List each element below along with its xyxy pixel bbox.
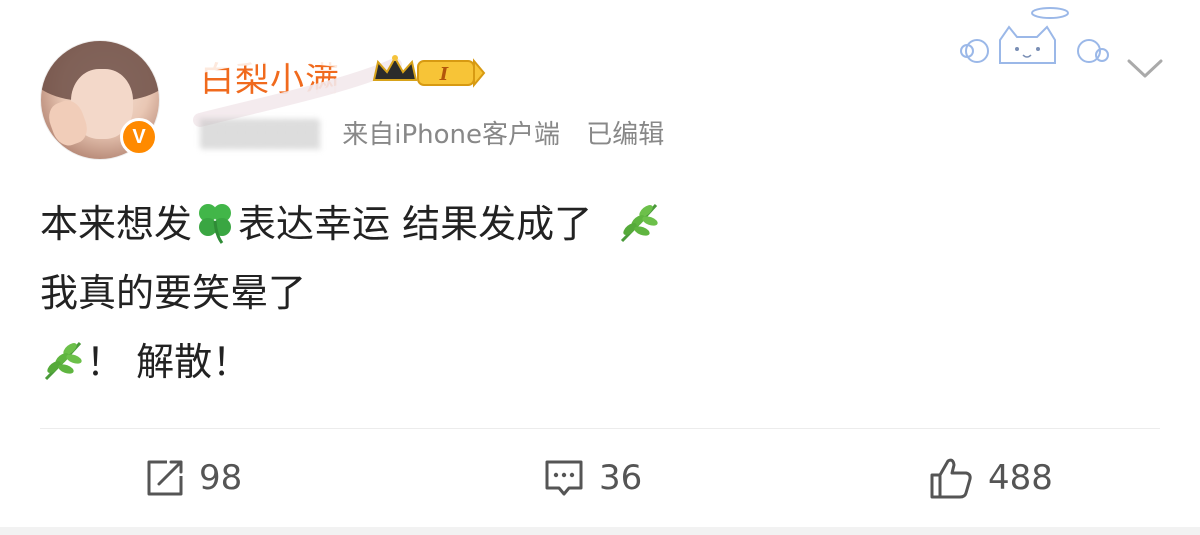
divider: [40, 428, 1160, 429]
content-line-2: 我真的要笑晕了: [40, 271, 307, 315]
bottom-separator: [0, 527, 1200, 535]
content-line-1: 本来想发 表达幸运 结果发成了: [40, 190, 662, 259]
herb-icon: [621, 203, 658, 243]
username[interactable]: 白梨小满: [200, 52, 340, 101]
content-line-3: ！ 解散！: [40, 328, 662, 397]
thumbs-up-icon: [930, 458, 972, 499]
edited-label[interactable]: 已编辑: [586, 120, 664, 150]
post-time-redacted: ▒▒▒▒▒▒: [200, 120, 320, 150]
verified-badge-icon: V: [120, 118, 158, 156]
comment-icon: [545, 460, 583, 496]
like-button[interactable]: 488: [928, 450, 1053, 506]
post-content: 本来想发 表达幸运 结果发成了 我真的要笑晕了 ！ 解散！: [40, 190, 662, 397]
crown-level-badge-icon: I: [372, 55, 486, 88]
comment-button[interactable]: 36: [543, 450, 642, 506]
repost-button[interactable]: 98: [145, 450, 242, 506]
content-text-1b: 表达幸运 结果发成了: [238, 202, 593, 246]
repost-icon: [147, 460, 183, 496]
post-source: 来自iPhone客户端: [342, 120, 561, 150]
comment-count: 36: [599, 458, 643, 498]
post-meta: ▒▒▒▒▒▒ 来自iPhone客户端 已编辑: [200, 114, 664, 151]
clover-icon: [199, 204, 232, 244]
content-text-3: ！ 解散！: [86, 340, 251, 384]
badge-level-text: I: [439, 64, 449, 85]
like-count: 488: [988, 458, 1053, 498]
herb-icon: [44, 341, 82, 381]
action-bar: 98 36 488: [0, 450, 1200, 506]
chevron-down-icon[interactable]: [1126, 58, 1164, 80]
cat-cloud-decoration-icon: [960, 7, 1109, 64]
content-text-1a: 本来想发: [40, 202, 193, 246]
repost-count: 98: [199, 458, 243, 498]
